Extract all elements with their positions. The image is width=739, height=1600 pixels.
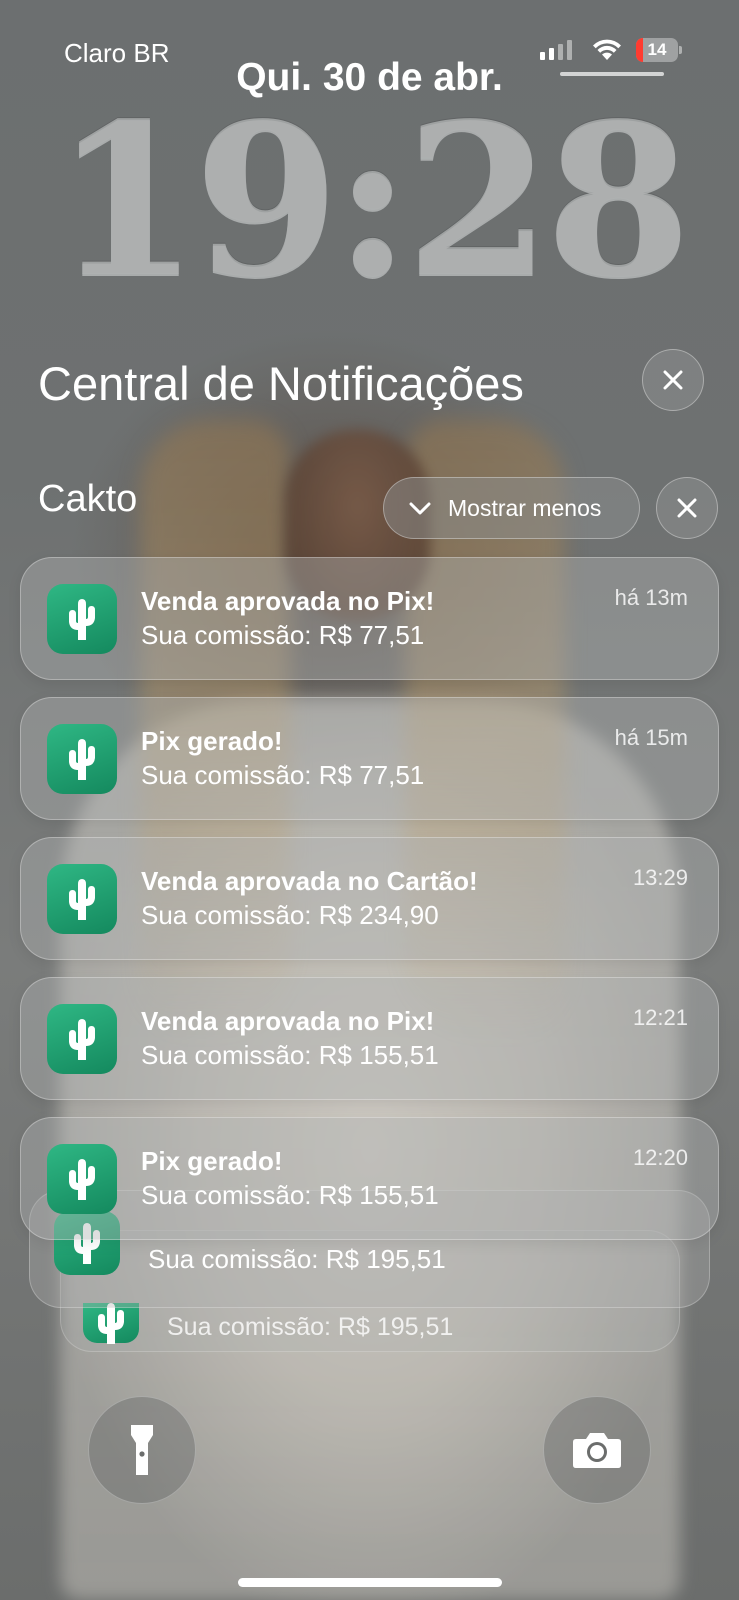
notification-title: Venda aprovada no Pix! <box>141 1006 435 1036</box>
show-less-label: Mostrar menos <box>448 494 602 521</box>
camera-button[interactable] <box>543 1396 651 1504</box>
notification-body: Sua comissão: R$ 195,51 <box>148 1244 446 1274</box>
notification-title: Pix gerado! <box>141 726 283 756</box>
home-indicator[interactable] <box>238 1578 502 1587</box>
notification-time: há 15m <box>614 725 688 750</box>
notification-card[interactable]: Pix gerado! Sua comissão: R$ 155,51 12:2… <box>20 1117 719 1240</box>
camera-icon <box>573 1433 621 1468</box>
cactus-icon <box>47 864 117 934</box>
notification-title: Venda aprovada no Pix! <box>141 586 435 616</box>
flashlight-button[interactable] <box>88 1396 196 1504</box>
notification-body: Sua comissão: R$ 155,51 <box>141 1040 439 1070</box>
notification-card[interactable]: Venda aprovada no Pix! Sua comissão: R$ … <box>20 557 719 680</box>
clear-group-button[interactable] <box>656 477 718 539</box>
clear-all-button[interactable] <box>642 349 704 411</box>
notification-body: Sua comissão: R$ 234,90 <box>141 900 439 930</box>
chevron-down-icon <box>409 502 431 515</box>
notification-center-title: Central de Notificações <box>38 357 524 410</box>
notification-time: 12:20 <box>632 1145 688 1170</box>
cactus-icon <box>47 584 117 654</box>
cactus-icon <box>47 1144 117 1214</box>
notification-card[interactable]: Pix gerado! Sua comissão: R$ 77,51 há 15… <box>20 697 719 820</box>
notification-time: 12:21 <box>632 1005 688 1030</box>
group-app-name: Cakto <box>38 478 138 520</box>
cactus-icon <box>47 724 117 794</box>
notification-card[interactable]: Venda aprovada no Pix! Sua comissão: R$ … <box>20 977 719 1100</box>
notification-card[interactable]: Venda aprovada no Cartão! Sua comissão: … <box>20 837 719 960</box>
cactus-icon <box>47 1004 117 1074</box>
notification-title: Venda aprovada no Cartão! <box>141 866 478 896</box>
notification-body: Sua comissão: R$ 77,51 <box>141 760 425 790</box>
notification-body: Sua comissão: R$ 77,51 <box>141 620 425 650</box>
lock-clock[interactable]: 19:28 <box>0 96 739 306</box>
cactus-icon <box>83 1303 139 1344</box>
close-icon <box>663 370 683 390</box>
close-icon <box>677 498 697 518</box>
flashlight-icon <box>131 1425 153 1475</box>
show-less-button[interactable]: Mostrar menos <box>383 477 640 539</box>
notification-title: Pix gerado! <box>141 1146 283 1176</box>
notification-time: 13:29 <box>632 865 688 890</box>
notification-time: há 13m <box>614 585 688 610</box>
notification-body: Sua comissão: R$ 195,51 <box>167 1313 454 1341</box>
notification-body: Sua comissão: R$ 155,51 <box>141 1180 439 1210</box>
